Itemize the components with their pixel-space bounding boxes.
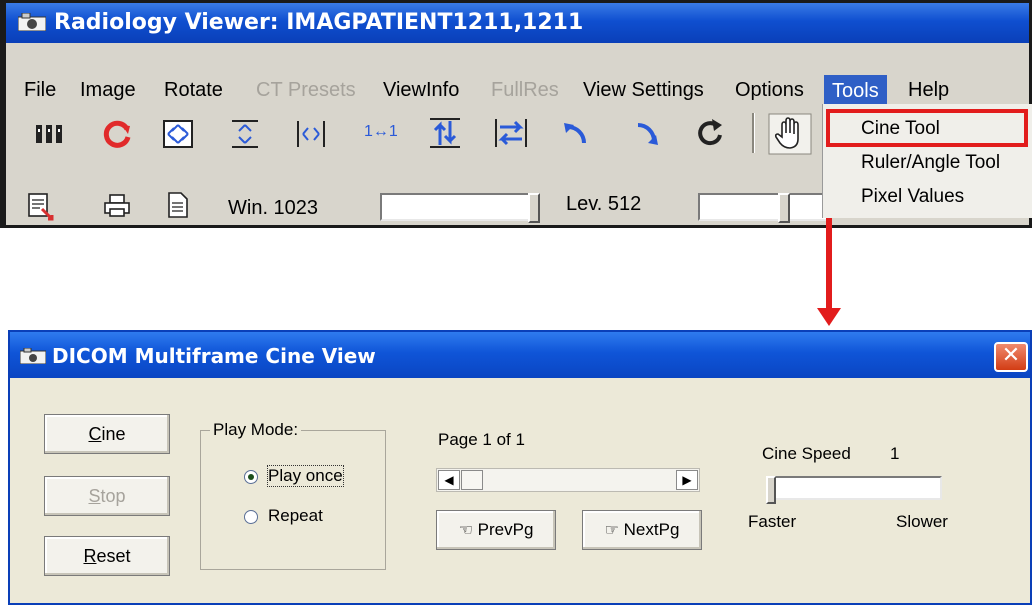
document-icon[interactable] <box>166 191 190 219</box>
viewer-title: Radiology Viewer: IMAGPATIENT1211,1211 <box>54 10 584 35</box>
faster-label: Faster <box>748 512 797 531</box>
menu-ct-presets[interactable]: CT Presets <box>256 79 356 102</box>
page-scrollbar[interactable]: ◀ ▶ <box>436 468 700 492</box>
cine-speed-label: Cine Speed <box>762 444 851 463</box>
level-value-label: Lev. 512 <box>566 193 642 215</box>
menu-image[interactable]: Image <box>80 79 136 102</box>
close-button[interactable]: ✕ <box>994 342 1028 372</box>
prev-page-label: PrevPg <box>477 520 534 539</box>
next-page-label: NextPg <box>623 520 680 539</box>
slower-label: Slower <box>896 512 948 531</box>
dialog-titlebar[interactable]: DICOM Multiframe Cine View ✕ <box>10 332 1030 378</box>
menu-fullres[interactable]: FullRes <box>491 79 559 102</box>
menu-item-ruler-angle-tool[interactable]: Ruler/Angle Tool <box>861 152 1000 174</box>
cine-button[interactable]: Cine <box>44 414 170 454</box>
scroll-left-button[interactable]: ◀ <box>438 470 460 490</box>
camera-icon <box>20 348 46 364</box>
menu-item-pixel-values[interactable]: Pixel Values <box>861 186 964 208</box>
toolbar-separator <box>752 113 755 153</box>
camera-icon <box>18 13 46 31</box>
scroll-thumb[interactable] <box>461 470 483 490</box>
actual-size-icon[interactable]: 1↔1 <box>364 123 398 141</box>
play-mode-legend: Play Mode: <box>210 420 302 440</box>
rotate-clockwise-icon[interactable] <box>694 117 728 151</box>
flip-horizontal-icon[interactable] <box>492 115 530 151</box>
callout-arrow-line <box>826 218 832 310</box>
window-value-label: Win. 1023 <box>228 197 319 219</box>
menu-help[interactable]: Help <box>908 79 949 102</box>
refresh-icon[interactable] <box>100 117 134 151</box>
repeat-radio[interactable] <box>244 510 258 524</box>
prev-page-button[interactable]: ☜ PrevPg <box>436 510 556 550</box>
level-slider[interactable] <box>698 193 828 223</box>
callout-arrow-head <box>817 308 841 326</box>
export-icon[interactable] <box>26 191 56 221</box>
menu-bar: File Image Rotate CT Presets ViewInfo Fu… <box>6 75 1029 107</box>
rotate-right-icon[interactable] <box>630 117 664 151</box>
play-once-label[interactable]: Play once <box>267 465 344 487</box>
scroll-right-button[interactable]: ▶ <box>676 470 698 490</box>
cine-view-dialog: DICOM Multiframe Cine View ✕ Cine Stop R… <box>8 330 1032 605</box>
menu-tools[interactable]: Tools <box>824 75 887 107</box>
print-icon[interactable] <box>102 193 132 219</box>
repeat-label[interactable]: Repeat <box>268 506 323 526</box>
play-mode-group <box>200 430 386 570</box>
play-once-radio[interactable] <box>244 470 258 484</box>
cine-speed-slider[interactable] <box>766 476 942 504</box>
menu-rotate[interactable]: Rotate <box>164 79 223 102</box>
dialog-title: DICOM Multiframe Cine View <box>52 344 376 368</box>
stop-button[interactable]: Stop <box>44 476 170 516</box>
menu-view-settings[interactable]: View Settings <box>583 79 704 102</box>
cine-speed-thumb[interactable] <box>766 476 776 504</box>
rotate-left-icon[interactable] <box>558 117 592 151</box>
fit-window-icon[interactable] <box>162 119 194 149</box>
horizontal-fit-icon[interactable] <box>294 117 328 151</box>
menu-file[interactable]: File <box>24 79 56 102</box>
window-slider-thumb[interactable] <box>528 193 540 223</box>
flip-vertical-icon[interactable] <box>426 115 464 151</box>
page-indicator: Page 1 of 1 <box>438 430 525 449</box>
reset-button[interactable]: Reset <box>44 536 170 576</box>
hand-right-icon: ☞ <box>604 522 619 539</box>
menu-options[interactable]: Options <box>735 79 804 102</box>
window-slider[interactable] <box>380 193 540 223</box>
vertical-fit-icon[interactable] <box>228 117 262 151</box>
level-slider-thumb[interactable] <box>778 193 790 223</box>
hand-left-icon: ☜ <box>458 522 473 539</box>
menu-viewinfo[interactable]: ViewInfo <box>383 79 459 102</box>
viewer-titlebar[interactable]: Radiology Viewer: IMAGPATIENT1211,1211 <box>6 3 1029 43</box>
cine-speed-value: 1 <box>890 444 900 463</box>
cine-tool-highlight <box>826 109 1028 147</box>
pan-hand-icon[interactable] <box>768 113 812 155</box>
stack-icon[interactable] <box>34 121 68 145</box>
next-page-button[interactable]: ☞ NextPg <box>582 510 702 550</box>
